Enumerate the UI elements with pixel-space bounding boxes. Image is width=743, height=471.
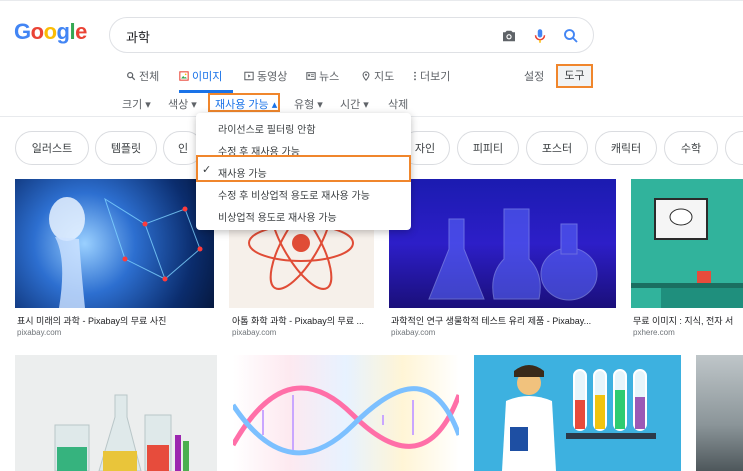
chip-character[interactable]: 캐릭터 [595, 131, 657, 165]
result-image-classroom[interactable] [631, 179, 743, 308]
logo-letter: e [75, 19, 87, 44]
result-image-dna[interactable] [233, 355, 459, 471]
tab-maps[interactable]: 지도 [361, 68, 394, 84]
result-source[interactable]: pixabay.com [232, 328, 276, 337]
tab-all[interactable]: 전체 [126, 68, 159, 84]
map-pin-icon [362, 71, 370, 81]
chip-template[interactable]: 템플릿 [95, 131, 157, 165]
top-border [0, 0, 743, 1]
logo-letter: G [14, 19, 31, 44]
scientist-illustration [502, 365, 656, 471]
chip-math[interactable]: 수학 [664, 131, 718, 165]
lab-glassware-illustration [428, 208, 598, 301]
robot-head-illustration [49, 197, 203, 308]
search-box[interactable]: 과학 [109, 17, 594, 53]
search-icon[interactable] [562, 27, 580, 45]
tab-more[interactable]: 더보기 [413, 68, 450, 84]
search-query[interactable]: 과학 [126, 27, 150, 46]
tab-label: 뉴스 [319, 71, 340, 83]
clear-filter[interactable]: 삭제 [388, 96, 408, 112]
usage-rights-dropdown: 라이선스로 필터링 안함 수정 후 재사용 가능 ✓ 재사용 가능 수정 후 비… [196, 113, 411, 230]
result-caption[interactable]: 과학적인 연구 생물학적 테스트 유리 제품 - Pixabay... [391, 314, 615, 327]
type-filter[interactable]: 유형 ▾ [294, 96, 323, 112]
selected-option-highlight [196, 155, 411, 182]
usage-rights-highlight [208, 93, 280, 112]
more-dots-icon [414, 71, 416, 81]
tab-label: 전체 [139, 71, 160, 83]
play-icon [244, 71, 254, 81]
news-icon [306, 72, 316, 80]
search-icon [127, 72, 136, 81]
color-filter-label: 색상 [168, 99, 189, 111]
google-logo[interactable]: Google [14, 19, 87, 45]
size-filter[interactable]: 크기 ▾ [122, 96, 151, 112]
chip-overflow[interactable] [725, 131, 743, 165]
result-source[interactable]: pixabay.com [17, 328, 61, 337]
color-filter[interactable]: 색상 ▾ [168, 96, 197, 112]
dd-noncommercial[interactable]: 비상업적 용도로 재사용 가능 [218, 209, 337, 224]
result-caption[interactable]: 표시 미래의 과학 - Pixabay의 무료 사진 [17, 314, 214, 327]
tab-news[interactable]: 뉴스 [306, 68, 339, 84]
chip-illustration[interactable]: 일러스트 [15, 131, 89, 165]
result-caption[interactable]: 무료 이미지 : 지식, 전자 서 [633, 314, 743, 327]
result-source[interactable]: pixabay.com [391, 328, 435, 337]
beakers-illustration [54, 394, 189, 471]
type-filter-label: 유형 [294, 99, 315, 111]
tab-videos[interactable]: 동영상 [244, 68, 287, 84]
tab-images[interactable]: 이미지 [179, 68, 222, 84]
chip-poster[interactable]: 포스터 [526, 131, 588, 165]
result-image-beakers[interactable] [15, 355, 217, 471]
camera-icon[interactable] [500, 27, 518, 45]
time-filter-label: 시간 [340, 99, 361, 111]
result-image-scientist[interactable] [474, 355, 681, 471]
result-image-glassware[interactable] [389, 179, 616, 308]
logo-letter: o [30, 19, 44, 44]
time-filter[interactable]: 시간 ▾ [340, 96, 369, 112]
dd-noncommercial-modify[interactable]: 수정 후 비상업적 용도로 재사용 가능 [218, 187, 370, 202]
tab-label: 이미지 [192, 71, 223, 83]
tools-button[interactable]: 도구 [556, 64, 593, 88]
dna-illustration [233, 385, 459, 456]
logo-letter: o [43, 19, 57, 44]
result-image-future-science[interactable] [15, 179, 214, 308]
dd-no-filter[interactable]: 라이선스로 필터링 안함 [218, 121, 316, 136]
microphone-icon[interactable] [531, 27, 549, 45]
classroom-illustration [631, 198, 743, 308]
size-filter-label: 크기 [122, 99, 143, 111]
result-image-outdoor[interactable] [696, 355, 743, 471]
tab-label: 더보기 [420, 71, 451, 83]
result-source[interactable]: pxhere.com [633, 328, 675, 337]
image-icon [179, 71, 189, 81]
logo-letter: g [56, 19, 70, 44]
settings-link[interactable]: 설정 [524, 68, 544, 84]
result-caption[interactable]: 아톰 화학 과학 - Pixabay의 무료 ... [232, 314, 374, 327]
tab-label: 동영상 [257, 71, 288, 83]
tab-label: 지도 [374, 71, 395, 83]
chip-ppt[interactable]: 피피티 [457, 131, 519, 165]
